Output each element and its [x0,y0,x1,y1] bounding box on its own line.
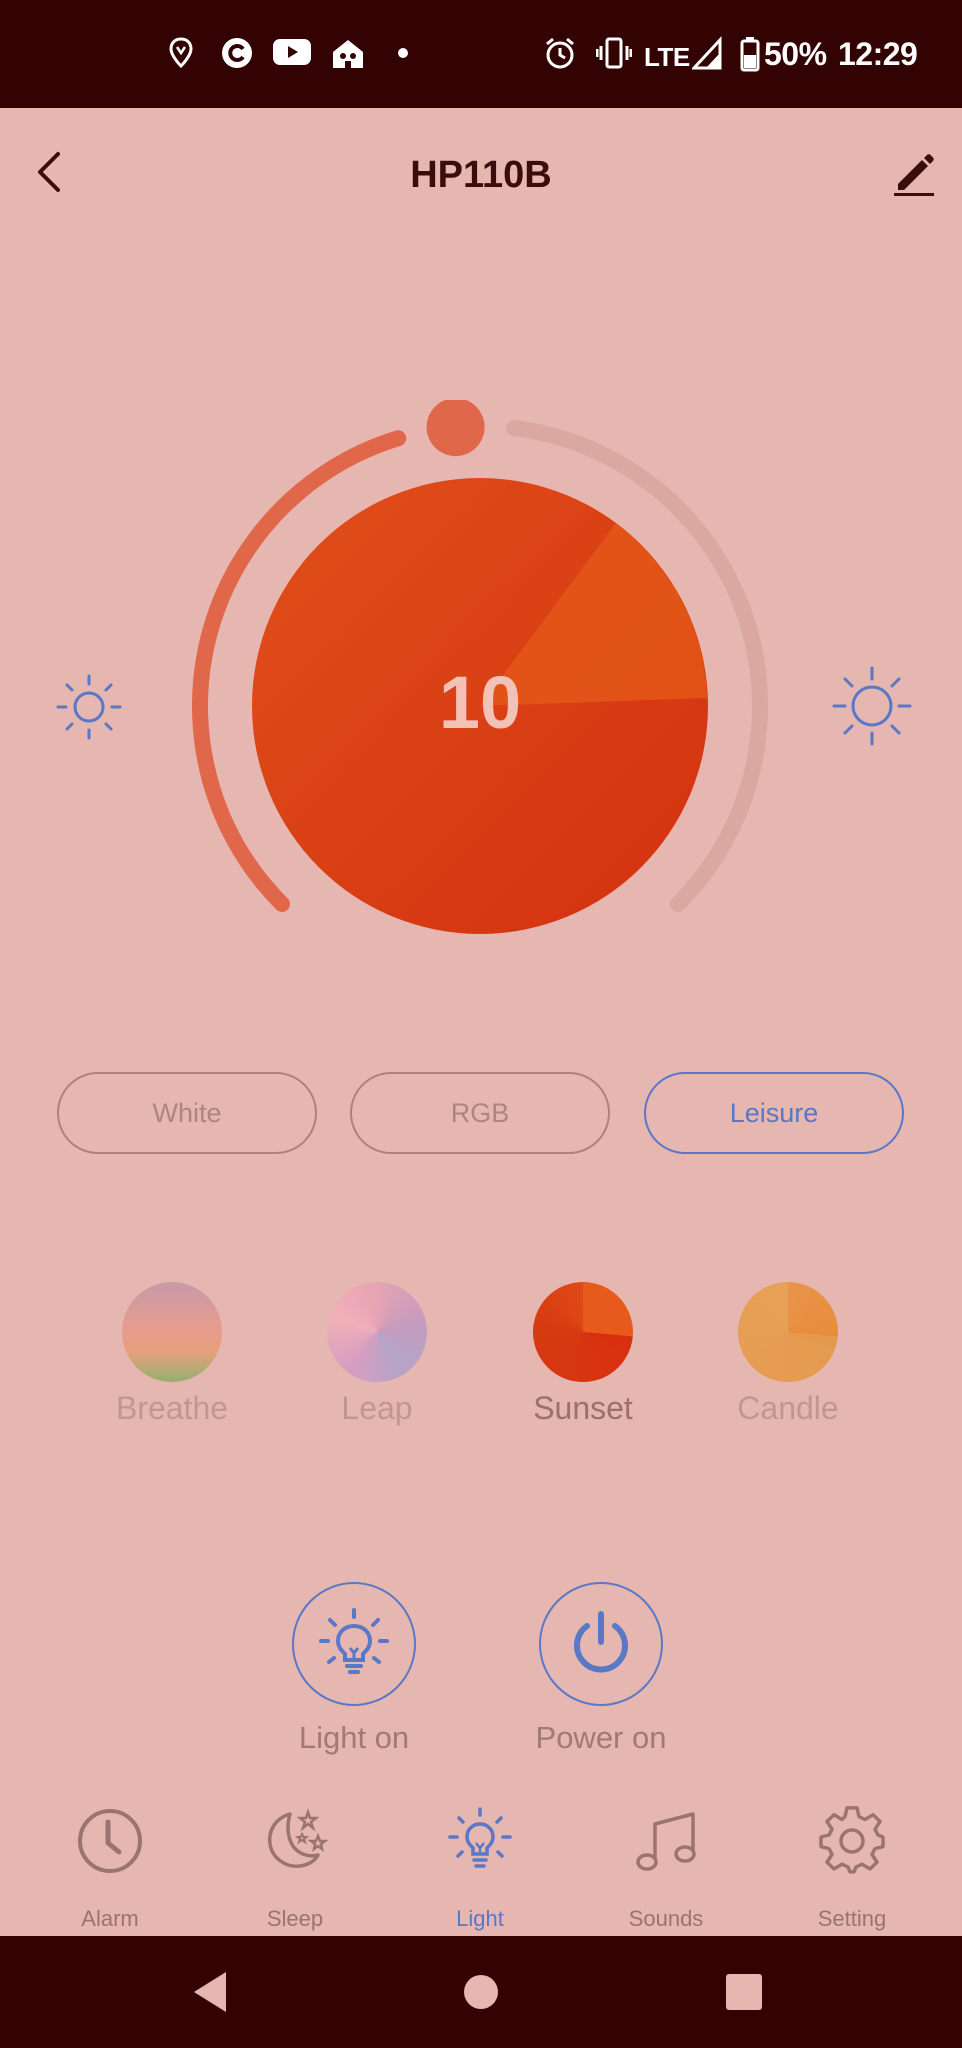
clock-icon [78,1809,142,1873]
nav-sounds[interactable]: Sounds [576,1788,756,1936]
scene-label: Candle [737,1390,839,1426]
brightness-low-icon [56,674,122,740]
scene-label: Breathe [115,1390,229,1426]
power-icon [574,1611,628,1673]
light-on-ring [292,1582,416,1706]
scene-candle[interactable]: Candle [708,1282,868,1427]
nav-label: Light [456,1906,504,1931]
edit-button[interactable] [888,148,940,200]
sync-icon [222,38,252,68]
music-note-icon [636,1812,696,1871]
power-on-button[interactable]: Power on [511,1582,691,1756]
scene-label: Sunset [533,1390,633,1426]
light-on-button[interactable]: Light on [264,1582,444,1756]
battery-percent: 50% [764,36,827,72]
leap-swatch [327,1282,427,1382]
bottom-nav: Alarm Sleep Light Sounds Setting [0,1788,962,1936]
dot-icon [398,48,408,58]
mode-leisure-button[interactable]: Leisure [644,1072,904,1154]
clock-time: 12:29 [838,36,918,72]
nav-label: Sleep [266,1906,324,1931]
dial-knob[interactable] [426,400,485,457]
breathe-swatch [122,1282,222,1382]
status-bar: LTE 50% 12:29 [0,0,962,108]
edit-pencil-icon [894,154,934,196]
candle-swatch [738,1282,838,1382]
power-on-ring [539,1582,663,1706]
nav-sleep[interactable]: Sleep [205,1788,385,1936]
battery-icon [740,37,760,72]
power-on-label: Power on [535,1720,667,1755]
brightness-value: 10 [438,661,522,744]
nav-setting[interactable]: Setting [762,1788,942,1936]
scene-leap[interactable]: Leap [297,1282,457,1427]
mode-white-button[interactable]: White [57,1072,317,1154]
nav-label: Alarm [81,1906,139,1931]
signal-icon [692,36,722,70]
nav-light[interactable]: Light [390,1788,570,1936]
home-icon [333,40,363,68]
app-header: HP110B [0,108,962,240]
scene-breathe[interactable]: Breathe [92,1282,252,1427]
lightbulb-icon [319,1608,389,1674]
moon-stars-icon [267,1808,329,1868]
youtube-icon [273,39,311,65]
system-back-icon[interactable] [188,1966,240,2018]
scene-sunset[interactable]: Sunset [503,1282,663,1427]
light-on-label: Light on [298,1720,410,1755]
system-recents-icon[interactable] [718,1966,770,2018]
brightness-high-icon [832,666,912,746]
location-icon [169,37,193,69]
nav-label: Setting [817,1906,887,1931]
system-home-icon[interactable] [455,1966,507,2018]
scene-label: Leap [341,1390,413,1426]
nav-alarm[interactable]: Alarm [20,1788,200,1936]
vibrate-icon [596,37,632,69]
mode-rgb-button[interactable]: RGB [350,1072,610,1154]
alarm-icon [546,37,574,69]
nav-label: Sounds [628,1906,704,1931]
lightbulb-icon [448,1807,512,1868]
network-type: LTE [644,42,690,72]
gear-icon [819,1806,885,1874]
page-title: HP110B [410,154,552,196]
sunset-swatch [533,1282,633,1382]
system-nav-bar [0,1936,962,2048]
